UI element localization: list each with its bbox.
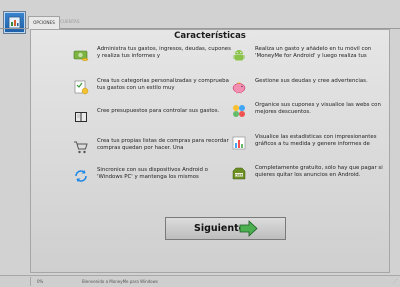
category-icon [73, 79, 89, 95]
feature-item: Organice sus cupones y visualice las web… [231, 102, 390, 119]
book-icon [73, 109, 89, 125]
feature-text: Cree presupuestos para controlar sus gas… [97, 108, 220, 114]
feature-text: Administra tus gastos, ingresos, deudas,… [97, 46, 231, 59]
feature-item: Crea tus propias listas de compras para … [73, 138, 232, 155]
feature-text: Gestione sus deudas y cree advertencias. [255, 78, 368, 84]
android-icon [231, 47, 247, 63]
sync-icon [73, 168, 89, 184]
status-bar: 0% Bienvenido a MoneyMe para Windows ⋰ [0, 275, 400, 287]
feature-item: Sincronice con sus dispositivos Android … [73, 167, 232, 184]
feature-item: Visualice las estadísticas con impresion… [231, 134, 390, 151]
page-title: Características [174, 31, 246, 41]
resize-grip-icon[interactable]: ⋰ [393, 279, 398, 285]
arrow-right-icon [239, 220, 259, 241]
free-icon: FREE [231, 166, 247, 182]
feature-text: Organice sus cupones y visualice las web… [255, 102, 381, 115]
web-icon [231, 103, 247, 119]
feature-item: Gestione sus deudas y cree advertencias. [231, 78, 390, 95]
feature-item: FREE Completamente gratuito, sólo hay qu… [231, 165, 390, 182]
next-button[interactable]: Siguiente [165, 217, 286, 240]
feature-item: Crea tus categorías personalizadas y com… [73, 78, 232, 95]
status-divider [30, 277, 31, 286]
feature-text: Sincronice con sus dispositivos Android … [97, 167, 208, 180]
feature-text: Completamente gratuito, sólo hay que pag… [255, 165, 383, 178]
piggy-bank-icon [231, 79, 247, 95]
status-percent: 0% [37, 279, 44, 284]
feature-item: Realiza un gasto y añádelo en tu móvil c… [231, 46, 390, 63]
feature-text: Realiza un gasto y añádelo en tu móvil c… [255, 46, 372, 59]
chart-icon [231, 135, 247, 151]
feature-text: Crea tus propias listas de compras para … [97, 138, 229, 151]
svg-text:FREE: FREE [235, 173, 243, 177]
tab-cuentas[interactable]: CUENTAS [56, 16, 88, 28]
cart-icon [73, 139, 89, 155]
feature-item: Administra tus gastos, ingresos, deudas,… [73, 46, 232, 63]
feature-text: Visualice las estadísticas con impresion… [255, 134, 377, 147]
features-panel: Características Administra tus gastos, i… [30, 29, 390, 273]
feature-item: Cree presupuestos para controlar sus gas… [73, 108, 232, 125]
money-icon [73, 47, 89, 63]
tab-bar: OPCIONES CUENTAS [0, 13, 400, 29]
feature-text: Crea tus categorías personalizadas y com… [97, 78, 229, 91]
app-window: OPCIONES CUENTAS Características Adminis… [0, 0, 400, 287]
next-button-label: Siguiente [194, 223, 246, 234]
status-message: Bienvenido a MoneyMe para Windows [82, 279, 158, 284]
